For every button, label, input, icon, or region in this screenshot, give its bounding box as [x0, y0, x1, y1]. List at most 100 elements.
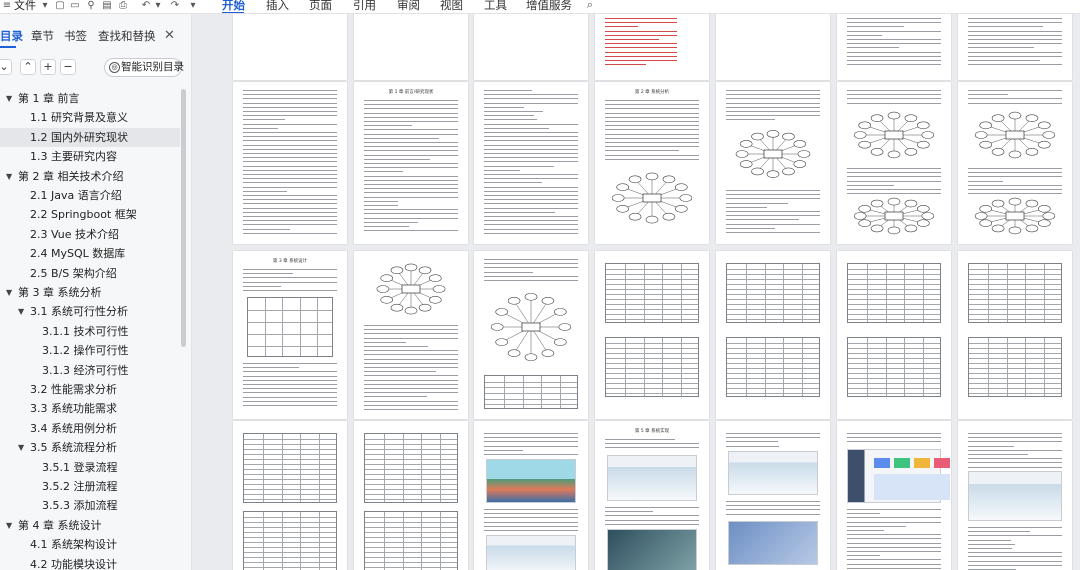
- remove-heading-button[interactable]: −: [60, 59, 76, 75]
- page-thumbnail[interactable]: [837, 421, 951, 570]
- page-thumbnail[interactable]: 第 2 章 系统分析: [595, 82, 709, 244]
- collapse-all-button[interactable]: ⌄: [0, 59, 12, 75]
- page-thumbnail[interactable]: [837, 251, 951, 419]
- print-icon[interactable]: ⎙: [118, 1, 128, 11]
- page-thumbnail[interactable]: [233, 421, 347, 570]
- hamburger-menu-icon[interactable]: ≡: [2, 1, 12, 11]
- page-thumbnail[interactable]: [354, 251, 468, 419]
- toc-item[interactable]: 2.2 Springboot 框架: [0, 205, 180, 224]
- page-thumbnail[interactable]: [837, 14, 951, 80]
- new-document-icon[interactable]: ▢: [55, 1, 65, 11]
- text-line: [484, 521, 578, 523]
- tab-value-added-services[interactable]: 增值服务: [526, 0, 572, 12]
- tab-view[interactable]: 视图: [440, 0, 463, 12]
- toc-item[interactable]: 3.4 系统用例分析: [0, 419, 180, 438]
- toc-item[interactable]: 3.5.2 注册流程: [0, 477, 180, 496]
- table-rule: [727, 289, 819, 290]
- nav-scrollbar[interactable]: [181, 89, 186, 347]
- page-thumbnail[interactable]: [716, 421, 830, 570]
- nav-tab-sections[interactable]: 章节: [31, 27, 54, 45]
- share-icon[interactable]: ⚲: [86, 1, 96, 11]
- open-folder-icon[interactable]: ▭: [70, 1, 80, 11]
- toc-item[interactable]: ▼ 3.1 系统可行性分析: [0, 302, 180, 321]
- page-thumbnail[interactable]: [595, 14, 709, 80]
- page-thumbnail[interactable]: [716, 82, 830, 244]
- toc-item[interactable]: 3.1.1 技术可行性: [0, 322, 180, 341]
- document-page-grid[interactable]: 第 1 章 前言/研究现状 第 2 章 系统分析第 3 章 系统设计第 5 章 系…: [192, 14, 1080, 570]
- toc-item[interactable]: ▼ 第 2 章 相关技术介绍: [0, 167, 180, 186]
- page-thumbnail[interactable]: [474, 82, 588, 244]
- search-icon[interactable]: ⌕: [585, 0, 595, 10]
- toc-item[interactable]: 2.4 MySQL 数据库: [0, 244, 180, 263]
- toc-item[interactable]: 3.1.3 经济可行性: [0, 361, 180, 380]
- caret-down-icon[interactable]: ▼: [6, 167, 12, 186]
- page-thumbnail[interactable]: [474, 251, 588, 419]
- diagram-node: [541, 297, 555, 305]
- tab-home[interactable]: 开始: [222, 0, 245, 12]
- page-thumbnail[interactable]: [595, 251, 709, 419]
- tab-references[interactable]: 引用: [353, 0, 376, 12]
- text-line: [605, 523, 699, 525]
- caret-down-icon[interactable]: ▼: [6, 89, 12, 108]
- chevron-down-icon[interactable]: ▾: [40, 1, 50, 11]
- tab-tools[interactable]: 工具: [484, 0, 507, 12]
- nav-tab-bookmarks[interactable]: 书签: [64, 27, 87, 45]
- page-thumbnail[interactable]: 第 5 章 系统实现: [595, 421, 709, 570]
- page-thumbnail[interactable]: [958, 82, 1072, 244]
- tab-page[interactable]: 页面: [309, 0, 332, 12]
- toc-item[interactable]: 3.5.3 添加流程: [0, 496, 180, 515]
- page-thumbnail[interactable]: 第 3 章 系统设计: [233, 251, 347, 419]
- redo-icon[interactable]: ↷: [170, 1, 180, 11]
- diagram-entity: [884, 211, 904, 221]
- caret-down-icon[interactable]: ▼: [6, 516, 12, 535]
- chevron-down-icon[interactable]: ▾: [153, 1, 163, 11]
- table-rule: [727, 348, 819, 349]
- toc-item[interactable]: 3.3 系统功能需求: [0, 399, 180, 418]
- page-thumbnail[interactable]: [474, 14, 588, 80]
- screenshot-figure: [607, 529, 697, 570]
- toc-item[interactable]: ▼ 第 4 章 系统设计: [0, 516, 180, 535]
- caret-down-icon[interactable]: ▼: [6, 283, 12, 302]
- nav-tab-toc[interactable]: 目录: [0, 27, 23, 45]
- toc-item[interactable]: 4.2 功能模块设计: [0, 555, 180, 570]
- page-thumbnail[interactable]: [837, 82, 951, 244]
- page-thumbnail[interactable]: [958, 251, 1072, 419]
- toc-item[interactable]: 3.1.2 操作可行性: [0, 341, 180, 360]
- smart-toc-button[interactable]: ◎ 智能识别目录: [104, 58, 184, 77]
- close-icon[interactable]: ✕: [164, 27, 175, 45]
- export-icon[interactable]: ▤: [102, 1, 112, 11]
- toc-item[interactable]: ▼ 第 1 章 前言: [0, 89, 180, 108]
- nav-tab-find-replace[interactable]: 查找和替换: [98, 27, 156, 45]
- tab-review[interactable]: 审阅: [397, 0, 420, 12]
- page-thumbnail[interactable]: [958, 421, 1072, 570]
- page-thumbnail[interactable]: [354, 421, 468, 570]
- toc-item[interactable]: 2.5 B/S 架构介绍: [0, 264, 180, 283]
- caret-down-icon[interactable]: ▼: [18, 438, 24, 457]
- toc-item[interactable]: 2.3 Vue 技术介绍: [0, 225, 180, 244]
- toc-item[interactable]: 4.1 系统架构设计: [0, 535, 180, 554]
- page-thumbnail[interactable]: 第 1 章 前言/研究现状: [354, 82, 468, 244]
- page-thumbnail[interactable]: [354, 14, 468, 80]
- table-rule: [727, 269, 819, 270]
- file-menu[interactable]: 文件: [14, 0, 36, 13]
- page-thumbnail[interactable]: [716, 251, 830, 419]
- move-up-button[interactable]: ⌃: [20, 59, 36, 75]
- toc-item[interactable]: 3.5.1 登录流程: [0, 458, 180, 477]
- toc-item[interactable]: 2.1 Java 语言介绍: [0, 186, 180, 205]
- tab-insert[interactable]: 插入: [266, 0, 289, 12]
- toc-item[interactable]: 1.1 研究背景及意义: [0, 108, 180, 127]
- chevron-down-icon[interactable]: ▾: [188, 1, 198, 11]
- caret-down-icon[interactable]: ▼: [18, 302, 24, 321]
- page-thumbnail[interactable]: [233, 14, 347, 80]
- toc-item[interactable]: ▼ 3.5 系统流程分析: [0, 438, 180, 457]
- page-thumbnail[interactable]: [716, 14, 830, 80]
- toc-item[interactable]: 1.3 主要研究内容: [0, 147, 180, 166]
- toc-item[interactable]: 3.2 性能需求分析: [0, 380, 180, 399]
- page-thumbnail[interactable]: [474, 421, 588, 570]
- page-thumbnail[interactable]: [958, 14, 1072, 80]
- toc-item[interactable]: ▼ 第 3 章 系统分析: [0, 283, 180, 302]
- undo-icon[interactable]: ↶: [141, 1, 151, 11]
- page-thumbnail[interactable]: [233, 82, 347, 244]
- add-heading-button[interactable]: +: [40, 59, 56, 75]
- toc-item[interactable]: 1.2 国内外研究现状: [0, 127, 180, 147]
